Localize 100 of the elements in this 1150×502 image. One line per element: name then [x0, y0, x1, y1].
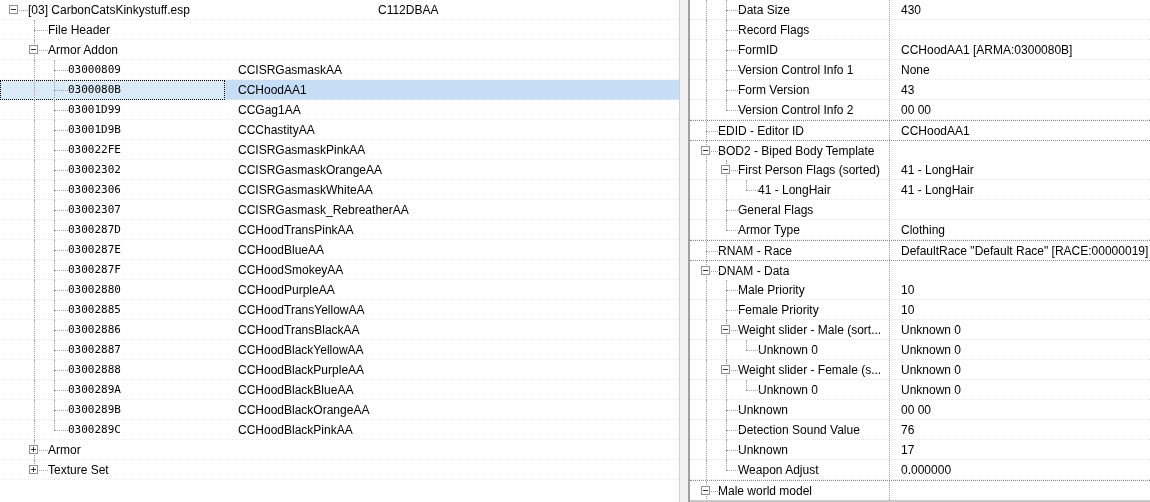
field-name[interactable]: Unknown — [738, 440, 789, 459]
editor-id: CCHoodSmokeyAA — [238, 261, 344, 279]
field-name[interactable]: General Flags — [738, 200, 814, 219]
tree-row[interactable]: 0300289C CCHoodBlackPinkAA — [0, 420, 679, 440]
tree-row[interactable]: 03001D9B CCChastityAA — [0, 120, 679, 140]
collapse-icon[interactable] — [701, 265, 710, 275]
field-name[interactable]: DNAM - Data — [718, 261, 790, 280]
tree-row[interactable]: 03002306 CCISRGasmaskWhiteAA — [0, 180, 679, 200]
collapse-icon[interactable] — [701, 145, 710, 155]
form-id: 03002880 — [68, 281, 121, 298]
field-name[interactable]: RNAM - Race — [718, 241, 792, 260]
form-id: 0300287F — [68, 261, 121, 278]
tree-row[interactable]: 0300289B CCHoodBlackOrangeAA — [0, 400, 679, 420]
editor-id: CCISRGasmaskPinkAA — [238, 141, 366, 159]
field-name[interactable]: Weight slider - Female (s... — [738, 360, 882, 379]
field-name[interactable]: Record Flags — [738, 20, 810, 39]
form-id: 0300287E — [68, 241, 121, 258]
field-name[interactable]: Male world model — [718, 481, 813, 500]
tree-row[interactable]: 0300287D CCHoodTransPinkAA — [0, 220, 679, 240]
field-name[interactable]: BOD2 - Biped Body Template — [718, 141, 875, 160]
field-value: 00 00 — [901, 401, 932, 419]
editor-id: CCHoodAA1 — [238, 81, 307, 99]
tree-row[interactable]: 03002885 CCHoodTransYellowAA — [0, 300, 679, 320]
tree-row[interactable]: 03002886 CCHoodTransBlackAA — [0, 320, 679, 340]
editor-id: CCHoodBlueAA — [238, 241, 325, 259]
field-name[interactable]: Female Priority — [738, 300, 819, 319]
field-name[interactable]: Armor Type — [738, 220, 800, 239]
form-id: 0300287D — [68, 221, 121, 238]
tree-row[interactable]: 03002302 CCISRGasmaskOrangeAA — [0, 160, 679, 180]
field-value: 41 - LongHair — [901, 161, 974, 179]
editor-id: CCHoodTransBlackAA — [238, 321, 360, 339]
tree-item[interactable]: File Header — [48, 20, 111, 39]
tree-row[interactable]: 0300287F CCHoodSmokeyAA — [0, 260, 679, 280]
field-value: DefaultRace "Default Race" [RACE:00000019] — [901, 242, 1149, 260]
field-value: 17 — [901, 441, 915, 459]
field-name[interactable]: Data Size — [738, 0, 791, 19]
field-value: 41 - LongHair — [901, 181, 974, 199]
tree-row[interactable]: 0300289A CCHoodBlackBlueAA — [0, 380, 679, 400]
field-value: 76 — [901, 421, 915, 439]
tree-row[interactable]: 03002307 CCISRGasmask_RebreatherAA — [0, 200, 679, 220]
field-name[interactable]: Weapon Adjust — [738, 460, 819, 479]
collapse-icon[interactable] — [701, 485, 710, 495]
tree-row[interactable]: 0300080B CCHoodAA1 — [0, 80, 679, 100]
editor-id: CCHoodBlackOrangeAA — [238, 401, 370, 419]
form-id: 0300289B — [68, 401, 121, 418]
tree-item[interactable]: Armor — [48, 440, 81, 459]
field-name[interactable]: Form Version — [738, 80, 810, 99]
editor-id: CCHoodBlackBlueAA — [238, 381, 354, 399]
field-value: Unknown 0 — [901, 361, 962, 379]
field-name[interactable]: Version Control Info 1 — [738, 60, 854, 79]
field-value: 0.000000 — [901, 461, 952, 479]
editor-id: CCISRGasmaskWhiteAA — [238, 181, 373, 199]
field-value: CCHoodAA1 — [901, 122, 970, 140]
field-name[interactable]: 41 - LongHair — [758, 180, 831, 199]
field-value: None — [901, 61, 930, 79]
horizontal-scrollbar[interactable] — [690, 500, 1150, 502]
editor-id: CCHoodBlackYellowAA — [238, 341, 364, 359]
editor-id: CCHoodPurpleAA — [238, 281, 335, 299]
editor-id: CCHoodTransPinkAA — [238, 221, 354, 239]
tree-row[interactable]: 03002880 CCHoodPurpleAA — [0, 280, 679, 300]
form-id: 03002886 — [68, 321, 121, 338]
field-value: 10 — [901, 281, 915, 299]
editor-id: CCISRGasmask_RebreatherAA — [238, 201, 409, 219]
collapse-icon[interactable] — [9, 4, 18, 14]
field-name[interactable]: FormID — [738, 40, 778, 59]
expand-icon[interactable] — [29, 464, 38, 474]
tree-row[interactable]: 03002888 CCHoodBlackPurpleAA — [0, 360, 679, 380]
field-name[interactable]: Version Control Info 2 — [738, 100, 854, 119]
collapse-icon[interactable] — [29, 44, 38, 54]
collapse-icon[interactable] — [721, 364, 730, 374]
field-name[interactable]: Unknown 0 — [758, 340, 819, 359]
editor-id: CCHoodTransYellowAA — [238, 301, 365, 319]
tree-row[interactable]: 0300287E CCHoodBlueAA — [0, 240, 679, 260]
expand-icon[interactable] — [29, 444, 38, 454]
editor-id: CCISRGasmaskOrangeAA — [238, 161, 383, 179]
form-id: 03002887 — [68, 341, 121, 358]
form-id: 03000809 — [68, 61, 121, 78]
collapse-icon[interactable] — [721, 164, 730, 174]
field-value: CCHoodAA1 [ARMA:0300080B] — [901, 41, 1073, 59]
field-name[interactable]: First Person Flags (sorted) — [738, 160, 881, 179]
field-value: 10 — [901, 301, 915, 319]
tree-item[interactable]: [03] CarbonCatsKinkystuff.esp — [28, 0, 190, 19]
collapse-icon[interactable] — [721, 324, 730, 334]
field-name[interactable]: Unknown 0 — [758, 380, 819, 399]
field-name[interactable]: Detection Sound Value — [738, 420, 860, 439]
field-value: Unknown 0 — [901, 321, 962, 339]
form-id: 0300080B — [68, 81, 121, 98]
field-name[interactable]: Unknown — [738, 400, 789, 419]
tree-row[interactable]: 03002887 CCHoodBlackYellowAA — [0, 340, 679, 360]
field-name[interactable]: Male Priority — [738, 280, 805, 299]
tree-row[interactable]: 03001D99 CCGag1AA — [0, 100, 679, 120]
tree-item[interactable]: Texture Set — [48, 460, 109, 479]
editor-id: CCISRGasmaskAA — [238, 61, 343, 79]
field-value: Unknown 0 — [901, 341, 962, 359]
field-name[interactable]: EDID - Editor ID — [718, 121, 804, 140]
editor-id: CCHoodBlackPurpleAA — [238, 361, 365, 379]
field-name[interactable]: Weight slider - Male (sort... — [738, 320, 882, 339]
field-value: 43 — [901, 81, 915, 99]
tree-item[interactable]: Armor Addon — [48, 40, 119, 59]
tree-row[interactable]: 030022FE CCISRGasmaskPinkAA — [0, 140, 679, 160]
